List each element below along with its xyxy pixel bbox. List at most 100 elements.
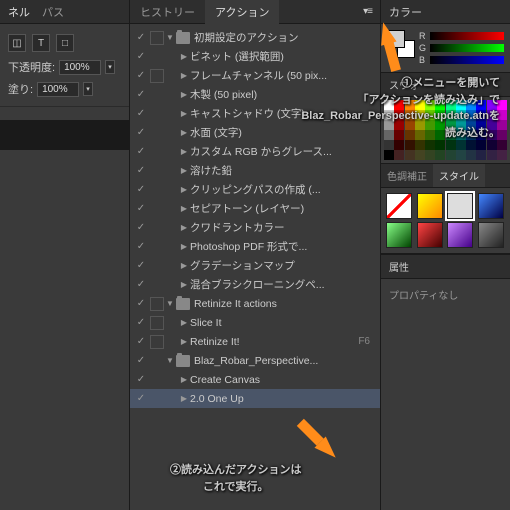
fg-bg-swatches[interactable] xyxy=(387,30,415,58)
swatch[interactable] xyxy=(446,120,456,130)
swatch[interactable] xyxy=(466,100,476,110)
dialog-toggle[interactable] xyxy=(150,69,164,83)
action-item[interactable]: ▼ Retinize It actions xyxy=(130,294,380,313)
swatch[interactable] xyxy=(476,120,486,130)
action-item[interactable]: ▶ セピアトーン (レイヤー) xyxy=(130,199,380,218)
swatch[interactable] xyxy=(497,110,507,120)
swatch[interactable] xyxy=(384,100,394,110)
check-icon[interactable] xyxy=(134,240,148,254)
swatch[interactable] xyxy=(476,100,486,110)
swatch[interactable] xyxy=(394,120,404,130)
style-swatch[interactable] xyxy=(478,193,504,219)
check-icon[interactable] xyxy=(134,145,148,159)
check-icon[interactable] xyxy=(134,50,148,64)
swatch[interactable] xyxy=(394,130,404,140)
swatch[interactable] xyxy=(425,120,435,130)
swatch[interactable] xyxy=(425,130,435,140)
check-icon[interactable] xyxy=(134,69,148,83)
opacity-input[interactable]: 100% xyxy=(59,60,101,75)
swatch[interactable] xyxy=(435,100,445,110)
swatch[interactable] xyxy=(476,140,486,150)
tool-icon-2[interactable]: T xyxy=(32,34,50,52)
swatch[interactable] xyxy=(384,140,394,150)
swatch[interactable] xyxy=(476,110,486,120)
swatch[interactable] xyxy=(405,140,415,150)
r-slider[interactable] xyxy=(430,32,504,40)
swatch[interactable] xyxy=(384,120,394,130)
swatch[interactable] xyxy=(466,150,476,160)
opacity-dropdown[interactable]: ▾ xyxy=(105,60,115,74)
dialog-toggle[interactable] xyxy=(150,297,164,311)
expand-icon[interactable]: ▶ xyxy=(178,166,190,175)
swatch[interactable] xyxy=(384,130,394,140)
swatch[interactable] xyxy=(466,110,476,120)
check-icon[interactable] xyxy=(134,126,148,140)
check-icon[interactable] xyxy=(134,316,148,330)
expand-icon[interactable]: ▼ xyxy=(164,33,176,42)
action-item[interactable]: ▶ 混合ブラシクローニングペ... xyxy=(130,275,380,294)
swatch[interactable] xyxy=(456,120,466,130)
expand-icon[interactable]: ▼ xyxy=(164,299,176,308)
swatch[interactable] xyxy=(405,100,415,110)
swatch[interactable] xyxy=(466,120,476,130)
tab-channel[interactable]: ネル xyxy=(8,4,30,20)
tab-paths[interactable]: パス xyxy=(42,4,64,20)
swatch[interactable] xyxy=(466,140,476,150)
swatch[interactable] xyxy=(425,150,435,160)
tab-color[interactable]: カラー xyxy=(389,4,422,20)
swatch[interactable] xyxy=(446,100,456,110)
action-item[interactable]: ▶ キャストシャドウ (文字) xyxy=(130,104,380,123)
swatch[interactable] xyxy=(456,130,466,140)
swatch[interactable] xyxy=(487,130,497,140)
action-item[interactable]: ▶ 溶けた鉛 xyxy=(130,161,380,180)
expand-icon[interactable]: ▶ xyxy=(178,52,190,61)
action-item[interactable]: ▶ クワドラントカラー xyxy=(130,218,380,237)
check-icon[interactable] xyxy=(134,259,148,273)
style-swatch[interactable] xyxy=(417,193,443,219)
expand-icon[interactable]: ▶ xyxy=(178,147,190,156)
swatch[interactable] xyxy=(435,110,445,120)
tab-actions[interactable]: アクション xyxy=(205,0,279,24)
swatch[interactable] xyxy=(497,130,507,140)
action-item[interactable]: ▶ Photoshop PDF 形式で... xyxy=(130,237,380,256)
swatch[interactable] xyxy=(425,110,435,120)
swatch[interactable] xyxy=(415,140,425,150)
check-icon[interactable] xyxy=(134,107,148,121)
action-item[interactable]: ▼ 初期設定のアクション xyxy=(130,28,380,47)
swatch[interactable] xyxy=(456,100,466,110)
panel-menu-icon[interactable]: ▾≡ xyxy=(355,6,380,17)
expand-icon[interactable]: ▶ xyxy=(178,394,190,403)
check-icon[interactable] xyxy=(134,202,148,216)
check-icon[interactable] xyxy=(134,392,148,406)
action-item[interactable]: ▶ クリッピングパスの作成 (... xyxy=(130,180,380,199)
style-swatch[interactable] xyxy=(478,222,504,248)
tool-icon-1[interactable]: ◫ xyxy=(8,34,26,52)
swatch[interactable] xyxy=(446,130,456,140)
tab-history[interactable]: ヒストリー xyxy=(130,0,205,24)
action-item[interactable]: ▶ フレームチャンネル (50 pix... xyxy=(130,66,380,85)
swatch[interactable] xyxy=(394,100,404,110)
fill-dropdown[interactable]: ▾ xyxy=(83,82,93,96)
swatch[interactable] xyxy=(415,130,425,140)
swatch[interactable] xyxy=(435,150,445,160)
dialog-toggle[interactable] xyxy=(150,316,164,330)
expand-icon[interactable]: ▶ xyxy=(178,109,190,118)
swatch[interactable] xyxy=(497,120,507,130)
expand-icon[interactable]: ▶ xyxy=(178,280,190,289)
swatch[interactable] xyxy=(405,110,415,120)
swatch[interactable] xyxy=(466,130,476,140)
swatch[interactable] xyxy=(487,110,497,120)
action-item[interactable]: ▶ 水面 (文字) xyxy=(130,123,380,142)
swatch[interactable] xyxy=(456,150,466,160)
style-swatch[interactable] xyxy=(386,193,412,219)
style-swatch[interactable] xyxy=(386,222,412,248)
swatch[interactable] xyxy=(394,140,404,150)
expand-icon[interactable]: ▶ xyxy=(178,318,190,327)
swatch[interactable] xyxy=(415,100,425,110)
expand-icon[interactable]: ▶ xyxy=(178,185,190,194)
swatch[interactable] xyxy=(497,140,507,150)
expand-icon[interactable]: ▶ xyxy=(178,204,190,213)
fill-input[interactable]: 100% xyxy=(37,82,79,97)
swatch[interactable] xyxy=(487,100,497,110)
swatch[interactable] xyxy=(405,120,415,130)
